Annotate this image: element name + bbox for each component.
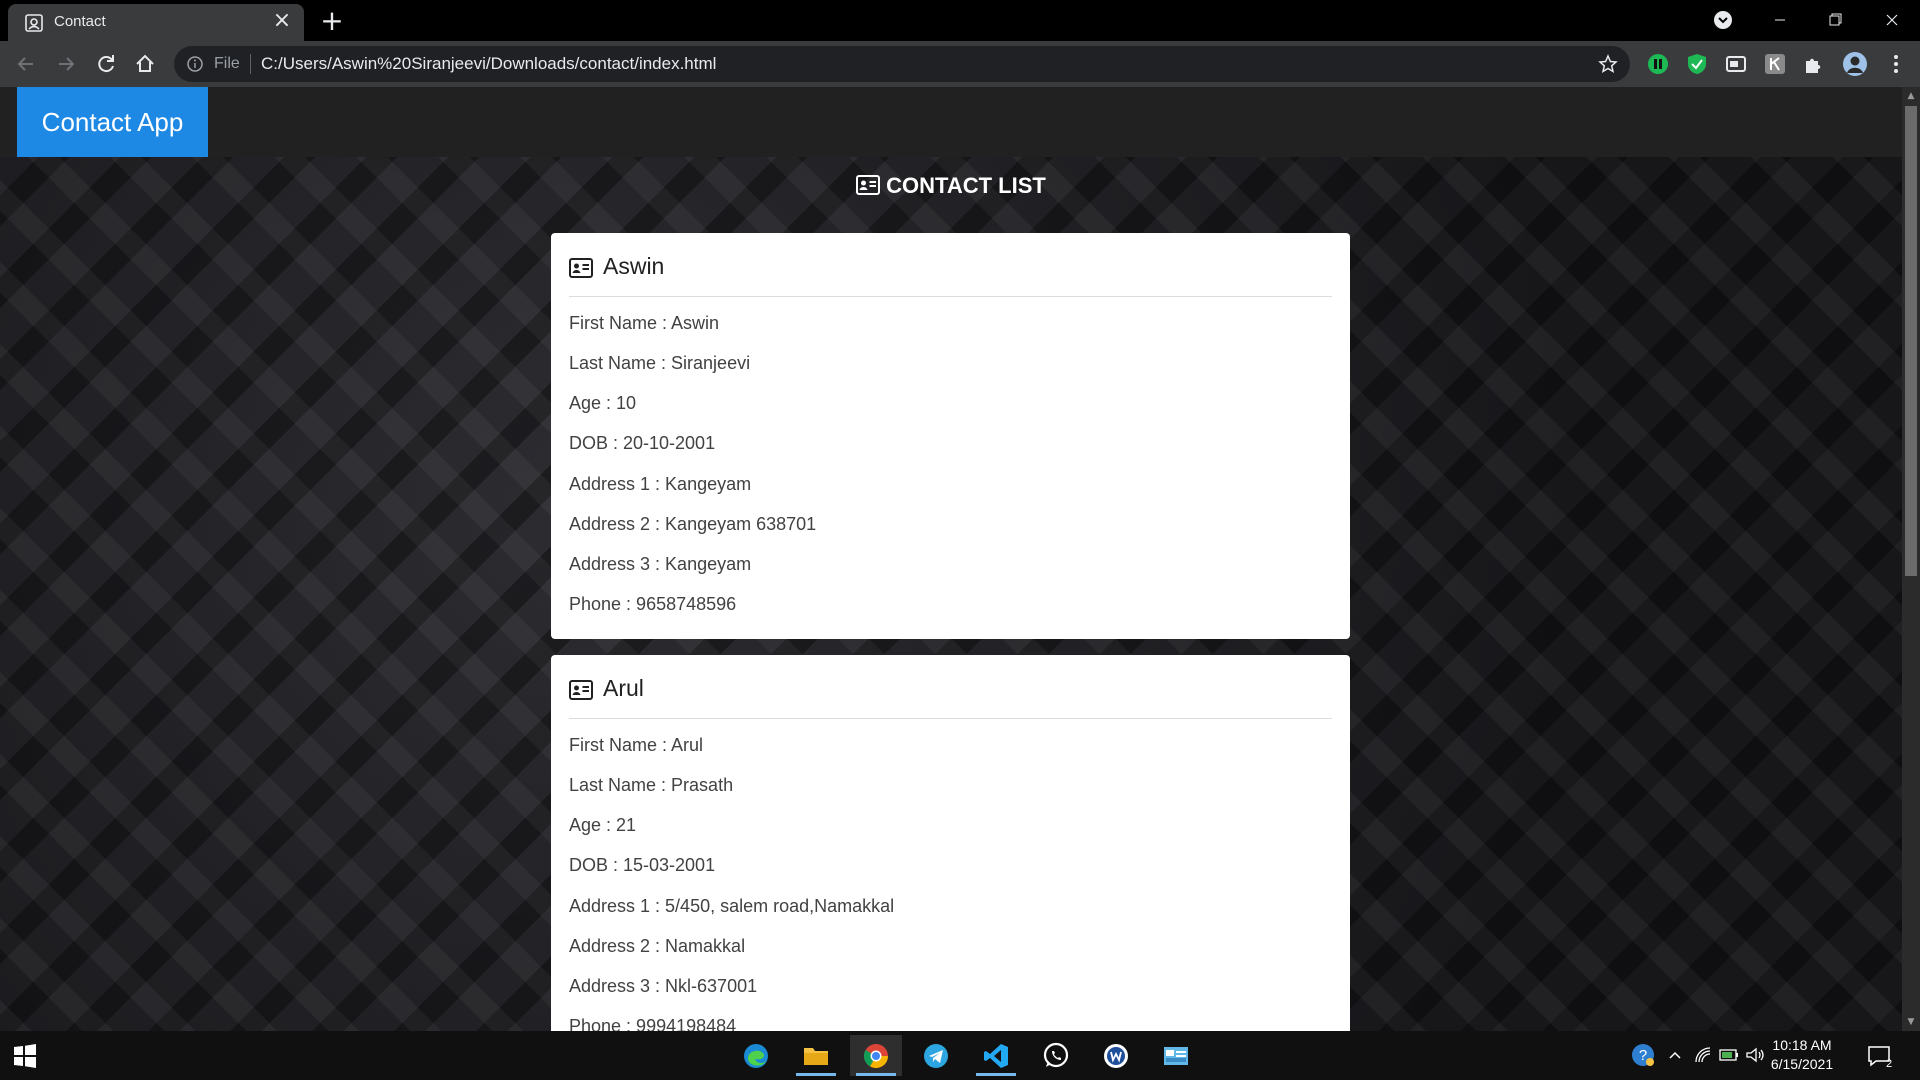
contact-card-icon xyxy=(856,175,881,195)
contact-name: Arul xyxy=(603,675,644,701)
chrome-icon xyxy=(863,1044,888,1069)
taskbar-chrome[interactable] xyxy=(850,1035,902,1076)
contact-card: Arul First Name : Arul Last Name : Prasa… xyxy=(551,655,1350,1031)
first-name-field: First Name : Arul xyxy=(569,735,704,755)
phone-field: Phone : 9658748596 xyxy=(569,594,737,614)
wifi-icon[interactable] xyxy=(1692,1044,1714,1066)
whatsapp-icon xyxy=(1043,1042,1069,1068)
address-1-field: Address 1 : Kangeyam xyxy=(569,474,752,494)
browser-tab[interactable]: Contact × xyxy=(8,4,304,41)
card-divider xyxy=(569,296,1332,297)
back-arrow-icon[interactable] xyxy=(12,50,40,78)
file-explorer-icon xyxy=(804,1048,828,1065)
notification-count-badge: 2 xyxy=(1885,1058,1893,1070)
clock-time: 10:18 AM xyxy=(1772,1037,1832,1053)
bookmark-star-icon[interactable] xyxy=(1598,54,1618,74)
home-icon[interactable] xyxy=(131,50,159,78)
scroll-down-arrow-icon[interactable]: ▼ xyxy=(1905,1016,1917,1028)
green-extension-icon[interactable] xyxy=(1647,53,1669,75)
browser-toolbar: File C:/Users/Aswin%20Siranjeevi/Downloa… xyxy=(0,41,1920,87)
windows-start-icon[interactable] xyxy=(12,1043,38,1069)
windows-taskbar: ? 10:18 AM 6/15/2021 2 xyxy=(0,1031,1920,1080)
edge-icon xyxy=(744,1044,768,1068)
gray-extension-icon[interactable] xyxy=(1764,53,1786,75)
address-bar[interactable]: File C:/Users/Aswin%20Siranjeevi/Downloa… xyxy=(174,46,1630,82)
last-name-field: Last Name : Siranjeevi xyxy=(569,353,751,373)
profile-avatar-icon[interactable] xyxy=(1842,51,1868,77)
address-3-field: Address 3 : Nkl-637001 xyxy=(569,976,758,996)
taskbar-word[interactable] xyxy=(1090,1035,1142,1076)
contact-card-icon xyxy=(569,258,593,278)
taskbar-telegram[interactable] xyxy=(910,1035,962,1076)
brand-logo-link[interactable]: Contact App xyxy=(17,87,208,157)
vscode-icon xyxy=(984,1044,1008,1068)
age-field: Age : 10 xyxy=(569,393,637,413)
phone-field: Phone : 9994198484 xyxy=(569,1016,737,1031)
contact-name: Aswin xyxy=(603,253,665,279)
active-app-indicator xyxy=(796,1073,836,1076)
taskbar-control-panel[interactable] xyxy=(1150,1035,1202,1076)
last-name-field: Last Name : Prasath xyxy=(569,775,734,795)
help-icon[interactable]: ? xyxy=(1630,1042,1656,1068)
show-hidden-icons-chevron-icon[interactable] xyxy=(1664,1044,1686,1066)
taskbar-edge[interactable] xyxy=(730,1035,782,1076)
restore-window-icon[interactable] xyxy=(1815,6,1855,34)
forward-arrow-icon[interactable] xyxy=(52,50,80,78)
scroll-up-arrow-icon[interactable]: ▲ xyxy=(1905,90,1917,102)
word-icon xyxy=(1104,1044,1128,1068)
reload-icon[interactable] xyxy=(92,50,120,78)
app-navbar: Contact App xyxy=(0,87,1902,157)
contact-card: Aswin First Name : Aswin Last Name : Sir… xyxy=(551,233,1350,639)
card-divider xyxy=(569,718,1332,719)
close-tab-icon[interactable]: × xyxy=(270,10,294,34)
telegram-icon xyxy=(924,1044,948,1068)
clock-date: 6/15/2021 xyxy=(1770,1056,1834,1072)
browser-tab-strip: Contact × + xyxy=(0,0,1920,41)
site-info-icon[interactable] xyxy=(186,55,204,73)
first-name-field: First Name : Aswin xyxy=(569,313,720,333)
page-heading-text: CONTACT LIST xyxy=(886,173,1046,198)
address-3-field: Address 3 : Kangeyam xyxy=(569,554,752,574)
new-tab-button[interactable]: + xyxy=(318,7,346,36)
url-scheme-label: File xyxy=(214,55,240,72)
page-heading: CONTACT LIST xyxy=(0,173,1902,199)
dob-field: DOB : 20-10-2001 xyxy=(569,433,716,453)
browser-menu-icon[interactable] xyxy=(1885,53,1907,75)
tab-title: Contact xyxy=(54,13,106,30)
active-app-indicator xyxy=(976,1073,1016,1076)
address-1-field: Address 1 : 5/450, salem road,Namakkal xyxy=(569,896,895,916)
svg-text:?: ? xyxy=(1639,1047,1647,1064)
scrollbar-thumb[interactable] xyxy=(1905,106,1917,576)
system-clock[interactable]: 10:18 AM 6/15/2021 xyxy=(1762,1036,1842,1074)
minimize-window-icon[interactable] xyxy=(1760,6,1800,34)
shield-extension-icon[interactable] xyxy=(1686,53,1708,75)
page-viewport: Contact App CONTACT LIST Aswin First Nam… xyxy=(0,87,1902,1031)
url-separator xyxy=(250,54,251,74)
contact-card-icon xyxy=(569,680,593,700)
window-extension-icon[interactable] xyxy=(1725,53,1747,75)
address-2-field: Address 2 : Kangeyam 638701 xyxy=(569,514,817,534)
control-panel-icon xyxy=(1164,1047,1188,1065)
tab-search-icon[interactable] xyxy=(1713,10,1733,30)
dob-field: DOB : 15-03-2001 xyxy=(569,855,716,875)
address-2-field: Address 2 : Namakkal xyxy=(569,936,746,956)
taskbar-whatsapp[interactable] xyxy=(1030,1035,1082,1076)
age-field: Age : 21 xyxy=(569,815,637,835)
taskbar-vscode[interactable] xyxy=(970,1035,1022,1076)
battery-icon[interactable] xyxy=(1718,1044,1740,1066)
extensions-puzzle-icon[interactable] xyxy=(1803,53,1825,75)
url-text[interactable]: C:/Users/Aswin%20Siranjeevi/Downloads/co… xyxy=(261,54,716,74)
taskbar-file-explorer[interactable] xyxy=(790,1035,842,1076)
active-app-indicator xyxy=(856,1073,896,1076)
close-window-icon[interactable] xyxy=(1872,6,1912,34)
page-favicon-icon xyxy=(25,14,43,32)
